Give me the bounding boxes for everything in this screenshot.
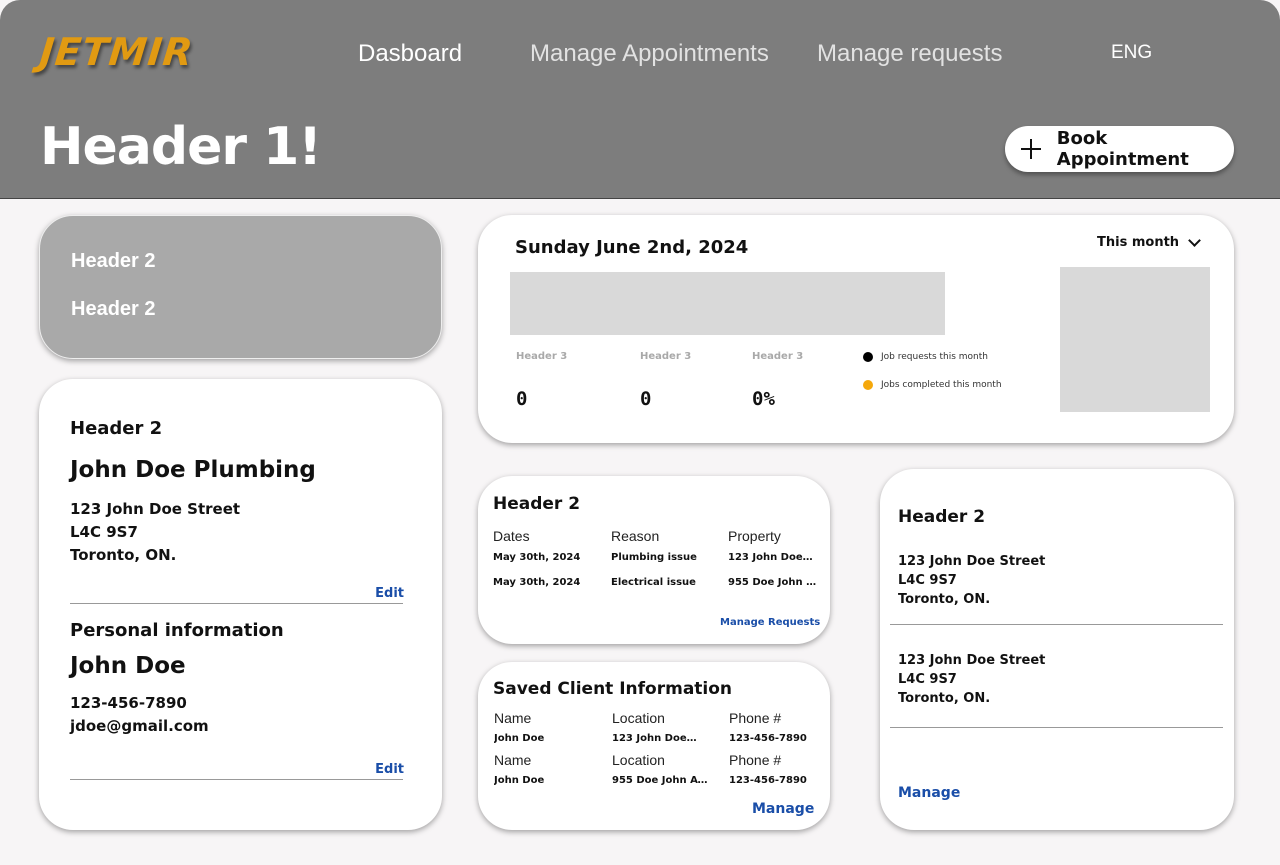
manage-addresses-link[interactable]: Manage xyxy=(898,785,960,801)
address-line: Toronto, ON. xyxy=(70,546,177,564)
client-name: John Doe xyxy=(494,733,545,744)
client-location: 123 John Doe Street xyxy=(612,733,698,744)
page-title: Header 1! xyxy=(40,117,322,177)
business-name: John Doe Plumbing xyxy=(70,457,316,483)
nav-dashboard[interactable]: Dasboard xyxy=(358,40,462,68)
addresses-title: Header 2 xyxy=(898,507,986,527)
metric-label: Header 3 xyxy=(640,351,692,362)
divider xyxy=(70,779,403,780)
client-phone: 123-456-7890 xyxy=(729,775,807,786)
request-property: 123 John Doe Street xyxy=(728,552,814,563)
column-header-name: Name xyxy=(494,710,532,726)
business-heading: Header 2 xyxy=(70,418,163,439)
requests-title: Header 2 xyxy=(493,494,581,514)
request-date: May 30th, 2024 xyxy=(493,552,581,563)
request-date: May 30th, 2024 xyxy=(493,577,581,588)
manage-requests-link[interactable]: Manage Requests xyxy=(720,617,820,628)
current-date: Sunday June 2nd, 2024 xyxy=(515,237,749,258)
period-label: This month xyxy=(1097,235,1180,250)
address-line: L4C 9S7 xyxy=(898,672,957,687)
address-entry[interactable]: 123 John Doe Street L4C 9S7 Toronto, ON. xyxy=(898,552,1045,609)
requests-card: Header 2 Dates Reason Property May 30th,… xyxy=(478,476,830,644)
address-line: 123 John Doe Street xyxy=(898,554,1046,569)
phone-number: 123-456-7890 xyxy=(70,694,187,712)
saved-clients-card: Saved Client Information Name Location P… xyxy=(478,662,830,830)
divider xyxy=(890,727,1223,728)
metric-label: Header 3 xyxy=(752,351,804,362)
manage-clients-link[interactable]: Manage xyxy=(752,801,814,817)
request-property: 955 Doe John Avenue xyxy=(728,577,823,588)
chart-placeholder xyxy=(510,272,945,335)
metric-value: 0 xyxy=(516,388,528,410)
divider xyxy=(890,624,1223,625)
addresses-card: Header 2 123 John Doe Street L4C 9S7 Tor… xyxy=(880,469,1234,830)
metric-value: 0 xyxy=(640,388,652,410)
legend-dot xyxy=(863,380,873,390)
address-line: L4C 9S7 xyxy=(70,523,138,541)
column-header-name: Name xyxy=(494,752,532,768)
request-reason: Plumbing issue xyxy=(611,552,697,563)
period-dropdown[interactable]: This month xyxy=(1097,233,1201,250)
top-bar: JETMIR Dasboard Manage Appointments Mana… xyxy=(0,0,1280,199)
plus-icon xyxy=(1021,139,1041,159)
address-line: Toronto, ON. xyxy=(898,691,991,706)
request-reason: Electrical issue xyxy=(611,577,696,588)
address-line: 123 John Doe Street xyxy=(898,653,1046,668)
personal-contact: 123-456-7890 jdoe@gmail.com xyxy=(70,692,209,738)
column-header-location: Location xyxy=(612,710,665,726)
address-entry[interactable]: 123 John Doe Street L4C 9S7 Toronto, ON. xyxy=(898,651,1045,708)
personal-name: John Doe xyxy=(70,653,186,679)
column-header-phone: Phone # xyxy=(729,752,782,768)
language-selector[interactable]: ENG xyxy=(1111,42,1152,64)
column-header-phone: Phone # xyxy=(729,710,782,726)
stats-card: Sunday June 2nd, 2024 This month Header … xyxy=(478,215,1234,443)
book-appointment-label: Book Appointment xyxy=(1056,128,1189,170)
legend-label: Jobs completed this month xyxy=(881,380,1002,390)
address-line: Toronto, ON. xyxy=(898,592,991,607)
client-location: 955 Doe John Avenue xyxy=(612,775,709,786)
metric-label: Header 3 xyxy=(516,351,568,362)
profile-card: Header 2 John Doe Plumbing 123 John Doe … xyxy=(39,379,442,830)
personal-info-heading: Personal information xyxy=(70,620,284,641)
address-line: L4C 9S7 xyxy=(898,573,957,588)
divider xyxy=(70,603,403,604)
legend-label: Job requests this month xyxy=(881,352,988,362)
chevron-down-icon xyxy=(1188,233,1201,247)
column-header-location: Location xyxy=(612,752,665,768)
legend-item-requests: Job requests this month xyxy=(863,352,988,362)
jetmir-logo[interactable]: JETMIR xyxy=(38,30,196,74)
column-header-dates: Dates xyxy=(493,528,530,544)
nav-manage-appointments[interactable]: Manage Appointments xyxy=(530,40,769,68)
edit-personal-link[interactable]: Edit xyxy=(375,762,404,777)
nav-manage-requests[interactable]: Manage requests xyxy=(817,40,1002,68)
address-line: 123 John Doe Street xyxy=(70,500,241,518)
clients-title: Saved Client Information xyxy=(493,679,733,699)
column-header-reason: Reason xyxy=(611,528,660,544)
client-phone: 123-456-7890 xyxy=(729,733,807,744)
edit-business-link[interactable]: Edit xyxy=(375,586,404,601)
metric-value: 0% xyxy=(752,388,775,410)
legend-dot xyxy=(863,352,873,362)
email-address: jdoe@gmail.com xyxy=(70,717,209,735)
image-placeholder xyxy=(1060,267,1210,412)
client-name: John Doe xyxy=(494,775,545,786)
legend-item-completed: Jobs completed this month xyxy=(863,380,1002,390)
column-header-property: Property xyxy=(728,528,781,544)
book-appointment-button[interactable]: Book Appointment xyxy=(1005,126,1234,172)
business-address: 123 John Doe Street L4C 9S7 Toronto, ON. xyxy=(70,498,240,567)
summary-item-2[interactable]: Header 2 xyxy=(71,298,156,321)
summary-item-1[interactable]: Header 2 xyxy=(71,250,156,273)
summary-card: Header 2 Header 2 xyxy=(39,215,442,359)
